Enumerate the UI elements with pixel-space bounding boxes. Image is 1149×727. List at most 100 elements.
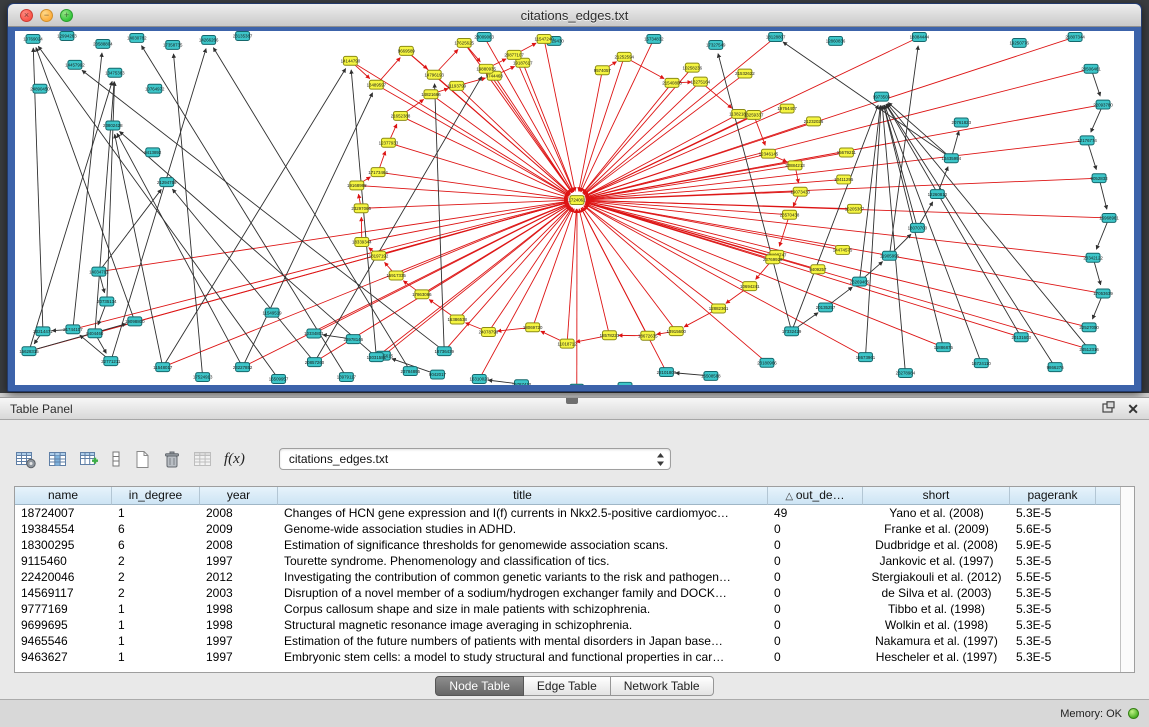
graph-edge[interactable]	[73, 202, 568, 329]
cell-out_de[interactable]: 0	[768, 633, 863, 649]
graph-edge[interactable]	[82, 70, 444, 351]
cell-short[interactable]: Wolkin et al. (1998)	[863, 617, 1010, 633]
graph-node[interactable]: 21540806	[662, 78, 682, 87]
cell-title[interactable]: Corpus callosum shape and size in male p…	[278, 601, 768, 617]
cell-out_de[interactable]: 49	[768, 505, 863, 521]
graph-node[interactable]: 23802428	[103, 121, 123, 130]
cell-title[interactable]: Disruption of a novel member of a sodium…	[278, 585, 768, 601]
graph-edge[interactable]	[431, 94, 570, 195]
graph-node[interactable]: 21232026	[804, 117, 824, 126]
cell-name[interactable]: 18300295	[15, 537, 112, 553]
cell-short[interactable]: Franke et al. (2009)	[863, 521, 1010, 537]
graph-node[interactable]: 22771211	[101, 357, 121, 366]
cell-pagerank[interactable]: 5.3E-5	[1010, 505, 1096, 521]
cell-title[interactable]: Changes of HCN gene expression and I(f) …	[278, 505, 768, 521]
cell-out_de[interactable]: 0	[768, 521, 863, 537]
graph-node[interactable]: 9404460	[86, 329, 104, 338]
graph-node[interactable]: 21532622	[735, 69, 755, 78]
table-row[interactable]: 977716911998Corpus callosum shape and si…	[15, 601, 1120, 617]
graph-node[interactable]: 11886875	[934, 343, 954, 352]
graph-node[interactable]: 17173464	[368, 168, 388, 177]
graph-node[interactable]: 19764407	[777, 104, 797, 113]
table-row[interactable]: 1872400712008Changes of HCN gene express…	[15, 505, 1120, 521]
table-row[interactable]: 946362711997Embryonic stem cells: a mode…	[15, 649, 1120, 665]
graph-node[interactable]: 22101809	[657, 368, 677, 377]
graph-node[interactable]: 20735134	[97, 297, 117, 306]
graph-node[interactable]: 21807344	[1065, 32, 1085, 41]
graph-node[interactable]: 16968961	[1099, 213, 1119, 222]
cell-name[interactable]: 9699695	[15, 617, 112, 633]
graph-edge[interactable]	[583, 82, 700, 194]
graph-node[interactable]: 24890450	[30, 84, 50, 93]
column-header-out_de[interactable]: △ out_de…	[768, 487, 863, 505]
graph-node[interactable]: 9866276	[1047, 363, 1065, 372]
cell-name[interactable]: 22420046	[15, 569, 112, 585]
import-table-button[interactable]	[192, 449, 214, 470]
cell-in_degree[interactable]: 1	[112, 505, 200, 521]
graph-node[interactable]: 21652388	[391, 111, 411, 120]
cell-title[interactable]: Embryonic stem cells: a model to study s…	[278, 649, 768, 665]
graph-node[interactable]: 20588804	[93, 39, 113, 48]
graph-node[interactable]: 12377933	[379, 138, 399, 147]
tab-network-table[interactable]: Network Table	[611, 676, 714, 696]
column-header-title[interactable]: title	[278, 487, 768, 505]
column-chooser-button[interactable]	[47, 449, 69, 470]
graph-node[interactable]: 13031581	[367, 353, 387, 362]
graph-node[interactable]: 15628315	[19, 347, 39, 356]
graph-edge[interactable]	[29, 81, 112, 351]
cell-short[interactable]: Jankovic et al. (1997)	[863, 553, 1010, 569]
cell-name[interactable]: 9115460	[15, 553, 112, 569]
graph-node[interactable]: 13411295	[834, 175, 854, 184]
graph-node[interactable]: 14030782	[127, 33, 147, 42]
graph-edge[interactable]	[351, 70, 376, 357]
cell-short[interactable]: Hescheler et al. (1997)	[863, 649, 1010, 665]
graph-node[interactable]: 10334801	[304, 329, 324, 338]
cell-name[interactable]: 9777169	[15, 601, 112, 617]
graph-edge[interactable]	[486, 69, 572, 193]
graph-node[interactable]: 14457992	[65, 60, 85, 69]
graph-node[interactable]: 21744107	[63, 325, 83, 334]
row-selector-button[interactable]	[109, 449, 123, 470]
graph-edge[interactable]	[141, 46, 346, 377]
graph-node[interactable]: 17625625	[454, 38, 474, 47]
graph-node[interactable]: 13979117	[337, 373, 357, 382]
graph-node[interactable]: 18578223	[600, 331, 620, 340]
graph-node[interactable]: 19880935	[476, 64, 496, 73]
cell-out_de[interactable]: 0	[768, 569, 863, 585]
graph-edge[interactable]	[378, 172, 568, 199]
cell-in_degree[interactable]: 2	[112, 585, 200, 601]
graph-edge[interactable]	[401, 116, 569, 196]
graph-node[interactable]: 13259337	[744, 110, 764, 119]
graph-edge[interactable]	[488, 208, 572, 332]
graph-node[interactable]: 11547240	[534, 34, 554, 43]
graph-node[interactable]: 11549519	[262, 308, 282, 317]
graph-node[interactable]: 13489597	[367, 80, 387, 89]
graph-node[interactable]: 13915600	[666, 327, 686, 336]
cell-short[interactable]: Yano et al. (2008)	[863, 505, 1010, 521]
cell-name[interactable]: 18724007	[15, 505, 112, 521]
graph-node[interactable]: 18736439	[434, 347, 454, 356]
graph-node[interactable]: 18197192	[369, 251, 389, 260]
graph-node[interactable]: 17524913	[193, 373, 213, 382]
float-panel-icon[interactable]	[1102, 400, 1115, 418]
window-titlebar[interactable]: × − + citations_edges.txt	[8, 4, 1141, 27]
cell-pagerank[interactable]: 5.5E-5	[1010, 569, 1096, 585]
graph-node[interactable]: 16386538	[447, 315, 467, 324]
graph-node[interactable]: 15679211	[837, 148, 857, 157]
cell-year[interactable]: 1997	[200, 633, 278, 649]
cell-pagerank[interactable]: 5.9E-5	[1010, 537, 1096, 553]
column-header-name[interactable]: name	[15, 487, 112, 505]
graph-node[interactable]: 21252594	[614, 52, 634, 61]
graph-node[interactable]: 19787410	[512, 380, 532, 385]
cell-year[interactable]: 2012	[200, 569, 278, 585]
graph-node[interactable]: 23570438	[780, 210, 800, 219]
graph-edge[interactable]	[581, 208, 666, 372]
column-header-in_degree[interactable]: in_degree	[112, 487, 200, 505]
graph-node[interactable]: 17351400	[615, 382, 635, 385]
graph-node[interactable]: 23769929	[763, 255, 783, 264]
graph-node[interactable]: 1724061	[568, 196, 586, 205]
cell-year[interactable]: 2008	[200, 537, 278, 553]
table-row[interactable]: 911546021997Tourette syndrome. Phenomeno…	[15, 553, 1120, 569]
graph-node[interactable]: 20761823	[952, 118, 972, 127]
graph-edge[interactable]	[362, 202, 568, 242]
